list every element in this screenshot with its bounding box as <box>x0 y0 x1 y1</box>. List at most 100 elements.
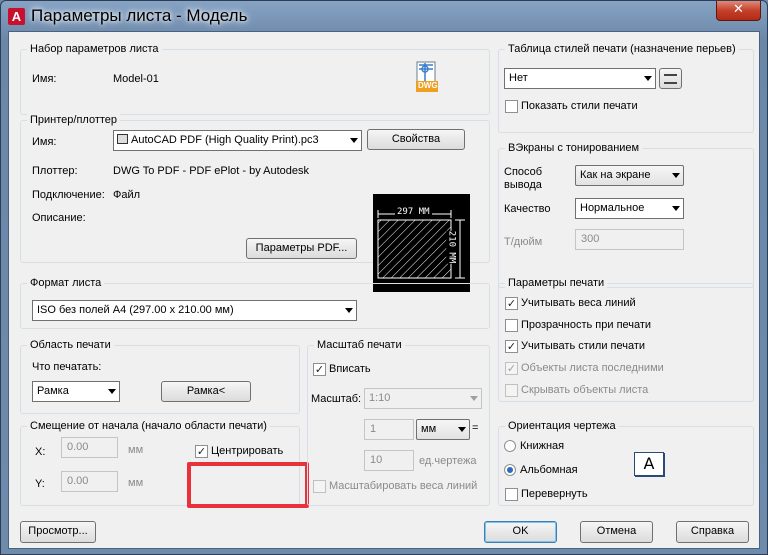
chevron-down-icon <box>644 76 652 81</box>
landscape-orientation-icon: A <box>634 452 664 476</box>
preview-height-label: 210 ММ <box>446 230 457 264</box>
upside-down-checkbox[interactable]: Перевернуть <box>505 488 588 502</box>
scale-units-select[interactable]: мм <box>416 419 470 440</box>
landscape-radio[interactable]: Альбомная <box>504 464 578 478</box>
plot-style-legend: Таблица стилей печати (назначение перьев… <box>505 43 739 55</box>
center-plot-label: Центрировать <box>211 445 284 457</box>
printer-icon <box>117 134 128 145</box>
hide-paperspace-label: Скрывать объекты листа <box>521 384 649 396</box>
chevron-down-icon <box>345 308 353 313</box>
orientation-glyph: A <box>643 454 655 473</box>
scale-lineweights-checkbox[interactable]: Масштабировать веса линий <box>313 480 477 494</box>
highlight-box <box>187 462 309 508</box>
plot-style-value: Нет <box>509 72 528 84</box>
dialog-client: Набор параметров листа Имя: Model-01 DWG… <box>8 31 760 549</box>
plot-lineweights-label: Учитывать веса линий <box>521 297 636 309</box>
plot-style-group: Таблица стилей печати (назначение перьев… <box>498 43 754 133</box>
quality-select[interactable]: Нормальное <box>575 198 684 219</box>
plot-with-styles-label: Учитывать стили печати <box>521 340 646 352</box>
edit-plot-style-button[interactable] <box>659 68 682 89</box>
show-plot-styles-checkbox[interactable]: Показать стили печати <box>505 100 638 114</box>
edit-table-icon <box>664 74 677 84</box>
dpi-input[interactable]: 300 <box>575 229 684 250</box>
description-label: Описание: <box>32 212 86 224</box>
scale-lineweights-label: Масштабировать веса линий <box>329 480 478 492</box>
shade-mode-label-line1: Способ <box>504 166 543 178</box>
printer-select[interactable]: AutoCAD PDF (High Quality Print).pc3 <box>113 130 362 151</box>
paper-size-select[interactable]: ISO без полей A4 (297.00 x 210.00 мм) <box>32 300 357 321</box>
autocad-app-icon[interactable]: A <box>8 8 25 25</box>
window-pick-button[interactable]: Рамка< <box>161 381 251 402</box>
what-to-plot-select[interactable]: Рамка <box>32 381 120 402</box>
portrait-label: Книжная <box>520 440 565 452</box>
pageset-name-value: Model-01 <box>113 73 159 85</box>
plot-transparency-checkbox[interactable]: Прозрачность при печати <box>505 319 651 333</box>
offset-y-label: Y: <box>35 478 45 490</box>
landscape-radio-dot <box>504 464 516 476</box>
scale-label: Масштаб: <box>311 393 362 405</box>
paperspace-last-checkbox[interactable]: ✓ Объекты листа последними <box>505 362 664 376</box>
portrait-radio[interactable]: Книжная <box>504 440 564 454</box>
plot-with-styles-box: ✓ <box>505 340 518 353</box>
show-plot-styles-label: Показать стили печати <box>521 100 638 112</box>
center-plot-check-mark: ✓ <box>195 445 208 458</box>
chevron-down-icon <box>470 396 478 401</box>
what-to-plot-label: Что печатать: <box>32 361 102 373</box>
offset-y-unit: мм <box>128 477 144 489</box>
scale-lineweights-box <box>313 480 326 493</box>
pageset-legend: Набор параметров листа <box>27 43 162 55</box>
title-bar[interactable]: A Параметры листа - Модель ✕ <box>1 1 767 32</box>
scale-equals: = <box>472 422 479 434</box>
chevron-down-icon <box>458 427 466 432</box>
scale-drawing-units-input[interactable]: 10 <box>364 450 414 471</box>
plot-transparency-box <box>505 319 518 332</box>
close-button[interactable]: ✕ <box>716 1 761 21</box>
plot-offset-legend: Смещение от начала (начало области печат… <box>27 420 270 432</box>
hide-paperspace-box <box>505 384 518 397</box>
help-button[interactable]: Справка <box>676 521 749 543</box>
plot-lineweights-checkbox[interactable]: ✓ Учитывать веса линий <box>505 297 636 311</box>
window-title: Параметры листа - Модель <box>31 6 248 25</box>
paper-size-value: ISO без полей A4 (297.00 x 210.00 мм) <box>37 304 234 316</box>
paperspace-last-label: Объекты листа последними <box>521 362 664 374</box>
fit-to-paper-checkbox[interactable]: ✓ Вписать <box>313 363 371 377</box>
chevron-down-icon <box>108 389 116 394</box>
upside-down-box <box>505 488 518 501</box>
cancel-button[interactable]: Отмена <box>580 521 653 543</box>
scale-select[interactable]: 1:10 <box>364 388 482 409</box>
offset-x-label: X: <box>35 446 46 458</box>
scale-paper-units-input[interactable]: 1 <box>364 419 414 440</box>
plot-transparency-label: Прозрачность при печати <box>521 319 652 331</box>
printer-select-value: AutoCAD PDF (High Quality Print).pc3 <box>131 134 319 146</box>
printer-properties-button[interactable]: Свойства <box>367 129 465 150</box>
ok-button[interactable]: OK <box>484 521 557 543</box>
plotter-label: Плоттер: <box>32 165 78 177</box>
dialog-window: A Параметры листа - Модель ✕ Набор парам… <box>0 0 768 555</box>
what-to-plot-value: Рамка <box>37 385 69 397</box>
hide-paperspace-checkbox[interactable]: Скрывать объекты листа <box>505 384 648 398</box>
show-plot-styles-box <box>505 100 518 113</box>
offset-x-input[interactable]: 0.00 <box>61 437 118 458</box>
upside-down-label: Перевернуть <box>521 488 588 500</box>
printer-legend: Принтер/плоттер <box>27 114 121 126</box>
chevron-down-icon <box>350 138 358 143</box>
offset-y-input[interactable]: 0.00 <box>61 471 118 492</box>
chevron-down-icon <box>672 206 680 211</box>
scale-value: 1:10 <box>369 392 391 404</box>
pdf-options-button[interactable]: Параметры PDF... <box>246 238 357 259</box>
plot-style-select[interactable]: Нет <box>504 68 656 89</box>
shade-mode-select[interactable]: Как на экране <box>575 165 684 186</box>
portrait-radio-dot <box>504 440 516 452</box>
orientation-legend: Ориентация чертежа <box>505 420 619 432</box>
quality-label: Качество <box>504 203 551 215</box>
offset-x-unit: мм <box>128 444 144 456</box>
preview-button[interactable]: Просмотр... <box>20 521 96 543</box>
plotter-value: DWG To PDF - PDF ePlot - by Autodesk <box>113 165 310 177</box>
printer-name-label: Имя: <box>32 136 57 148</box>
plot-area-legend: Область печати <box>27 339 114 351</box>
fit-to-paper-label: Вписать <box>329 363 371 375</box>
chevron-down-icon <box>672 173 680 178</box>
center-plot-checkbox[interactable]: ✓ Центрировать <box>195 445 283 459</box>
plot-with-styles-checkbox[interactable]: ✓ Учитывать стили печати <box>505 340 645 354</box>
plot-scale-legend: Масштаб печати <box>314 339 405 351</box>
